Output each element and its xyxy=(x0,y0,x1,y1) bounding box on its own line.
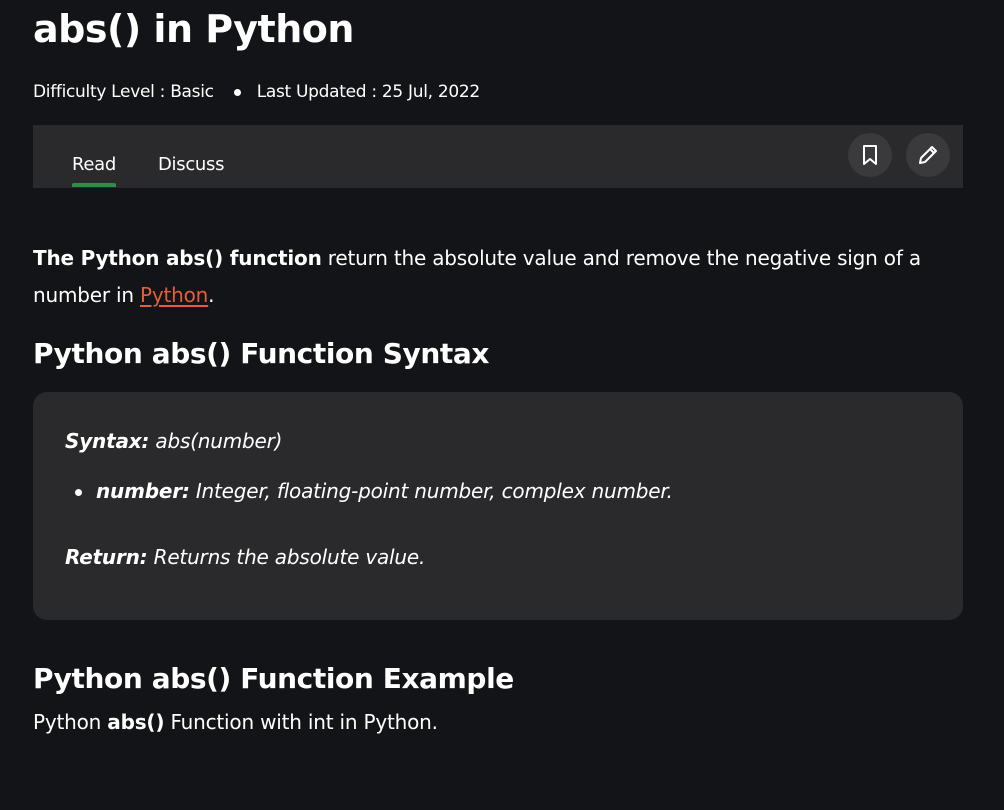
param-value: Integer, floating-point number, complex … xyxy=(189,479,673,503)
active-tab-indicator xyxy=(72,183,117,187)
intro-bold: The Python abs() function xyxy=(33,246,322,270)
intro-paragraph: The Python abs() function return the abs… xyxy=(33,240,933,314)
example-heading: Python abs() Function Example xyxy=(33,662,514,695)
intro-end: . xyxy=(208,283,215,307)
tab-read-label: Read xyxy=(72,154,117,175)
syntax-heading: Python abs() Function Syntax xyxy=(33,337,490,370)
python-link[interactable]: Python xyxy=(140,283,208,307)
article-tab-bar: Read Discuss xyxy=(33,125,963,188)
bookmark-button[interactable] xyxy=(848,133,892,177)
example-text: Python abs() Function with int in Python… xyxy=(33,709,438,735)
syntax-line: Syntax: abs(number) xyxy=(65,428,282,454)
syntax-box: Syntax: abs(number) number: Integer, flo… xyxy=(33,392,963,620)
example-bold: abs() xyxy=(107,710,165,734)
difficulty-level: Difficulty Level : Basic xyxy=(33,82,214,102)
pencil-icon xyxy=(919,146,937,164)
tab-read[interactable]: Read xyxy=(72,153,117,187)
param-line: number: Integer, floating-point number, … xyxy=(96,478,673,504)
example-pre: Python xyxy=(33,710,108,734)
last-updated: Last Updated : 25 Jul, 2022 xyxy=(256,82,481,102)
return-label: Return: xyxy=(65,545,148,569)
article-meta: Difficulty Level : Basic Last Updated : … xyxy=(33,80,480,104)
edit-button[interactable] xyxy=(906,133,950,177)
separator-dot xyxy=(233,88,241,96)
syntax-value: abs(number) xyxy=(149,429,283,453)
param-label: number: xyxy=(96,479,190,503)
return-value: Returns the absolute value. xyxy=(147,545,426,569)
example-post: Function with int in Python. xyxy=(164,710,438,734)
return-line: Return: Returns the absolute value. xyxy=(65,544,425,570)
syntax-label: Syntax: xyxy=(65,429,150,453)
tab-discuss-label: Discuss xyxy=(158,154,225,175)
list-bullet xyxy=(75,489,82,496)
tab-discuss[interactable]: Discuss xyxy=(158,153,225,177)
bookmark-icon xyxy=(863,145,877,165)
article-title: abs() in Python xyxy=(33,7,354,51)
